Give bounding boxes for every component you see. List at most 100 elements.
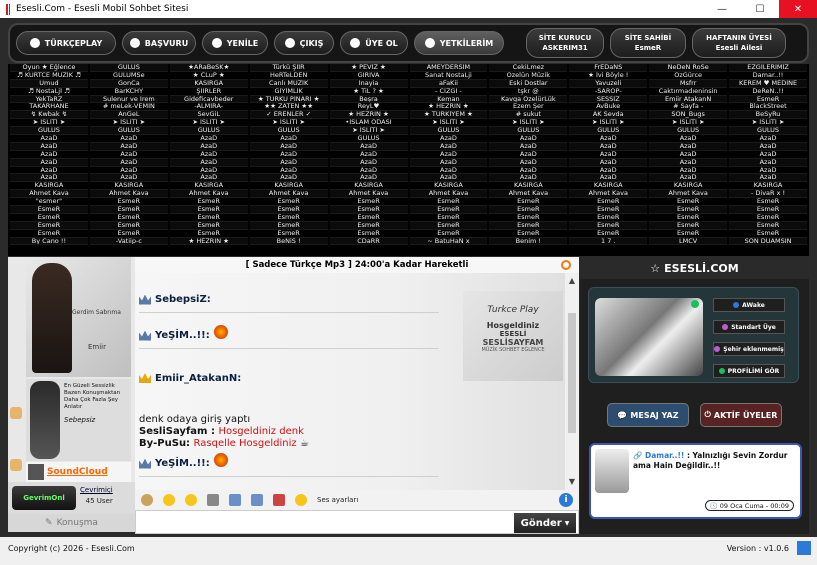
room-cell[interactable]: AzaD — [649, 174, 728, 183]
room-cell[interactable]: EsmeR — [569, 230, 648, 238]
room-cell[interactable]: İnayia — [329, 79, 408, 88]
room-cell[interactable]: ~ BatuHaN x — [409, 237, 488, 246]
hand-icon[interactable] — [10, 407, 22, 419]
room-cell[interactable]: EsmeR — [329, 230, 408, 238]
room-cell[interactable]: GÜLÜS — [409, 127, 488, 136]
puzzle-icon[interactable] — [207, 494, 219, 506]
room-cell[interactable]: ➤ İSLİTİ ➤ — [409, 119, 488, 128]
room-cell[interactable]: ♬ NostaLjİ ♬ — [10, 88, 88, 96]
room-cell[interactable]: EsmeR — [729, 206, 807, 214]
room-cell[interactable]: AzaD — [249, 151, 328, 159]
chevron-up-icon[interactable]: ▲ — [567, 276, 577, 286]
room-cell[interactable]: ➤ İSLİTİ ➤ — [649, 119, 728, 128]
room-cell[interactable]: BeSyRu — [729, 111, 807, 120]
room-cell[interactable]: ➤ İSLİTİ ➤ — [89, 119, 168, 128]
room-cell[interactable]: ★ TÜRKÜ PİNARI ★ — [249, 95, 328, 104]
room-cell[interactable]: AzaD — [89, 167, 168, 175]
room-cell[interactable]: EsmeR — [729, 95, 807, 104]
avatar[interactable] — [595, 449, 629, 493]
room-cell[interactable]: ★ HEZRIN ★ — [409, 103, 488, 112]
room-cell[interactable]: EsmeR — [10, 206, 88, 214]
room-cell[interactable]: EsmeR — [169, 198, 248, 207]
room-cell[interactable]: EsmeR — [329, 206, 408, 214]
room-cell[interactable]: Ahmet Kava — [569, 190, 648, 199]
room-cell[interactable]: "esmer" — [10, 198, 88, 207]
soundcloud-link[interactable]: SoundCloud — [26, 462, 131, 482]
maximize-icon[interactable]: ☐ — [741, 0, 779, 18]
room-cell[interactable]: ➤ İSLİTİ ➤ — [729, 119, 807, 128]
room-cell[interactable]: AzaD — [649, 151, 728, 159]
room-cell[interactable]: ★ TiL ? ★ — [329, 88, 408, 96]
room-cell[interactable]: AzaD — [89, 174, 168, 183]
room-cell[interactable]: ★ TÜRKİYEM ★ — [409, 111, 488, 120]
room-cell[interactable]: ★★ ZATEN ★★ — [249, 103, 328, 112]
room-cell[interactable]: AzaD — [409, 151, 488, 159]
quote-banner-image[interactable]: En Güzeli Sessizlik Bazen Konuşmaktan Da… — [26, 379, 131, 461]
room-cell[interactable]: AzaD — [489, 167, 568, 175]
room-cell[interactable]: By Cano !! — [10, 237, 88, 246]
room-cell[interactable]: AzaD — [649, 135, 728, 143]
send-button[interactable]: Gönder ▼ — [514, 513, 576, 533]
room-cell[interactable]: GÜLÜMSe — [89, 72, 168, 80]
room-cell[interactable]: ✓ ERENLER ✓ — [249, 111, 328, 120]
room-cell[interactable]: AzaD — [249, 142, 328, 151]
room-cell[interactable]: AzaD — [729, 151, 807, 159]
chevron-down-icon[interactable]: ▼ — [567, 477, 577, 487]
room-cell[interactable]: EsmeR — [169, 230, 248, 238]
smile-icon[interactable] — [163, 494, 175, 506]
room-cell[interactable]: ➤ İSLİTİ ➤ — [329, 127, 408, 136]
room-cell[interactable]: AzaD — [489, 142, 568, 151]
room-cell[interactable]: AzaD — [649, 167, 728, 175]
room-cell[interactable]: Msfrr — [649, 79, 728, 88]
room-cell[interactable]: AzaD — [489, 151, 568, 159]
room-cell[interactable]: AzaD — [409, 167, 488, 175]
room-cell[interactable]: EsmeR — [169, 214, 248, 222]
room-cell[interactable]: SON_Bugs — [649, 111, 728, 120]
room-cell[interactable]: AzaD — [569, 167, 648, 175]
room-cell[interactable]: BarKCHY — [89, 88, 168, 96]
room-cell[interactable]: AzaD — [10, 151, 88, 159]
room-cell[interactable]: AzaD — [10, 142, 88, 151]
room-cell[interactable]: EsmeR — [89, 214, 168, 222]
room-cell[interactable]: Kavga ÖzelürLük — [489, 95, 568, 104]
room-cell[interactable]: AzaD — [409, 142, 488, 151]
room-cell[interactable]: AzaD — [329, 142, 408, 151]
room-cell[interactable]: ★ HEZRIN ★ — [169, 237, 248, 246]
room-cell[interactable]: ➤ İSLİTİ ➤ — [569, 119, 648, 128]
room-cell[interactable]: GIRIVA — [329, 72, 408, 80]
gift-icon[interactable] — [273, 494, 285, 506]
room-cell[interactable]: ★ HEZRIN ★ — [329, 111, 408, 120]
room-cell[interactable]: AzaD — [169, 151, 248, 159]
room-cell[interactable]: Canlı MÜZİK — [249, 79, 328, 88]
font-icon[interactable] — [251, 494, 263, 506]
room-cell[interactable]: •İSLAM ODASI — [329, 119, 408, 128]
room-cell[interactable]: AzaD — [649, 158, 728, 167]
room-cell[interactable]: Beşra — [329, 95, 408, 104]
room-cell[interactable]: GÜLÜS — [249, 127, 328, 136]
room-cell[interactable]: GÜLÜS — [569, 127, 648, 136]
room-cell[interactable]: GÜLÜS — [89, 64, 168, 72]
room-cell[interactable]: EsmeR — [249, 221, 328, 230]
room-cell[interactable]: AzaD — [249, 158, 328, 167]
online-badge[interactable]: GevrimOnl — [12, 486, 76, 510]
room-cell[interactable]: AzaD — [729, 135, 807, 143]
room-cell[interactable]: Sulenur ve İrem — [89, 95, 168, 104]
room-cell[interactable]: KASIRGA — [249, 182, 328, 191]
room-cell[interactable]: EsmeR — [89, 206, 168, 214]
site-kurucu-info[interactable]: SİTE KURUCU ASKERIM31 — [526, 28, 604, 58]
room-cell[interactable]: EZGİLERİMİZ — [729, 64, 807, 72]
room-cell[interactable]: EsmeR — [249, 206, 328, 214]
info-icon[interactable]: i — [559, 493, 573, 507]
room-cell[interactable]: Benim ! — [489, 237, 568, 246]
profile-banner-image[interactable]: Gerdim Sabrıma Emiir — [26, 257, 131, 377]
profile-button[interactable]: PROFİLİMİ GÖR — [713, 364, 785, 378]
room-cell[interactable]: KASIRGA — [169, 79, 248, 88]
room-cell[interactable]: ♬ KURTCE MÜZİK ♬ — [10, 72, 88, 80]
fullscreen-icon[interactable] — [797, 541, 811, 555]
room-cell[interactable]: AzaD — [569, 158, 648, 167]
room-cell[interactable]: EsmeR — [649, 206, 728, 214]
room-cell[interactable]: AzaD — [169, 158, 248, 167]
room-cell[interactable]: EsmeR — [329, 214, 408, 222]
room-cell[interactable]: GÜLÜS — [89, 127, 168, 136]
room-cell[interactable]: EsmeR — [649, 221, 728, 230]
